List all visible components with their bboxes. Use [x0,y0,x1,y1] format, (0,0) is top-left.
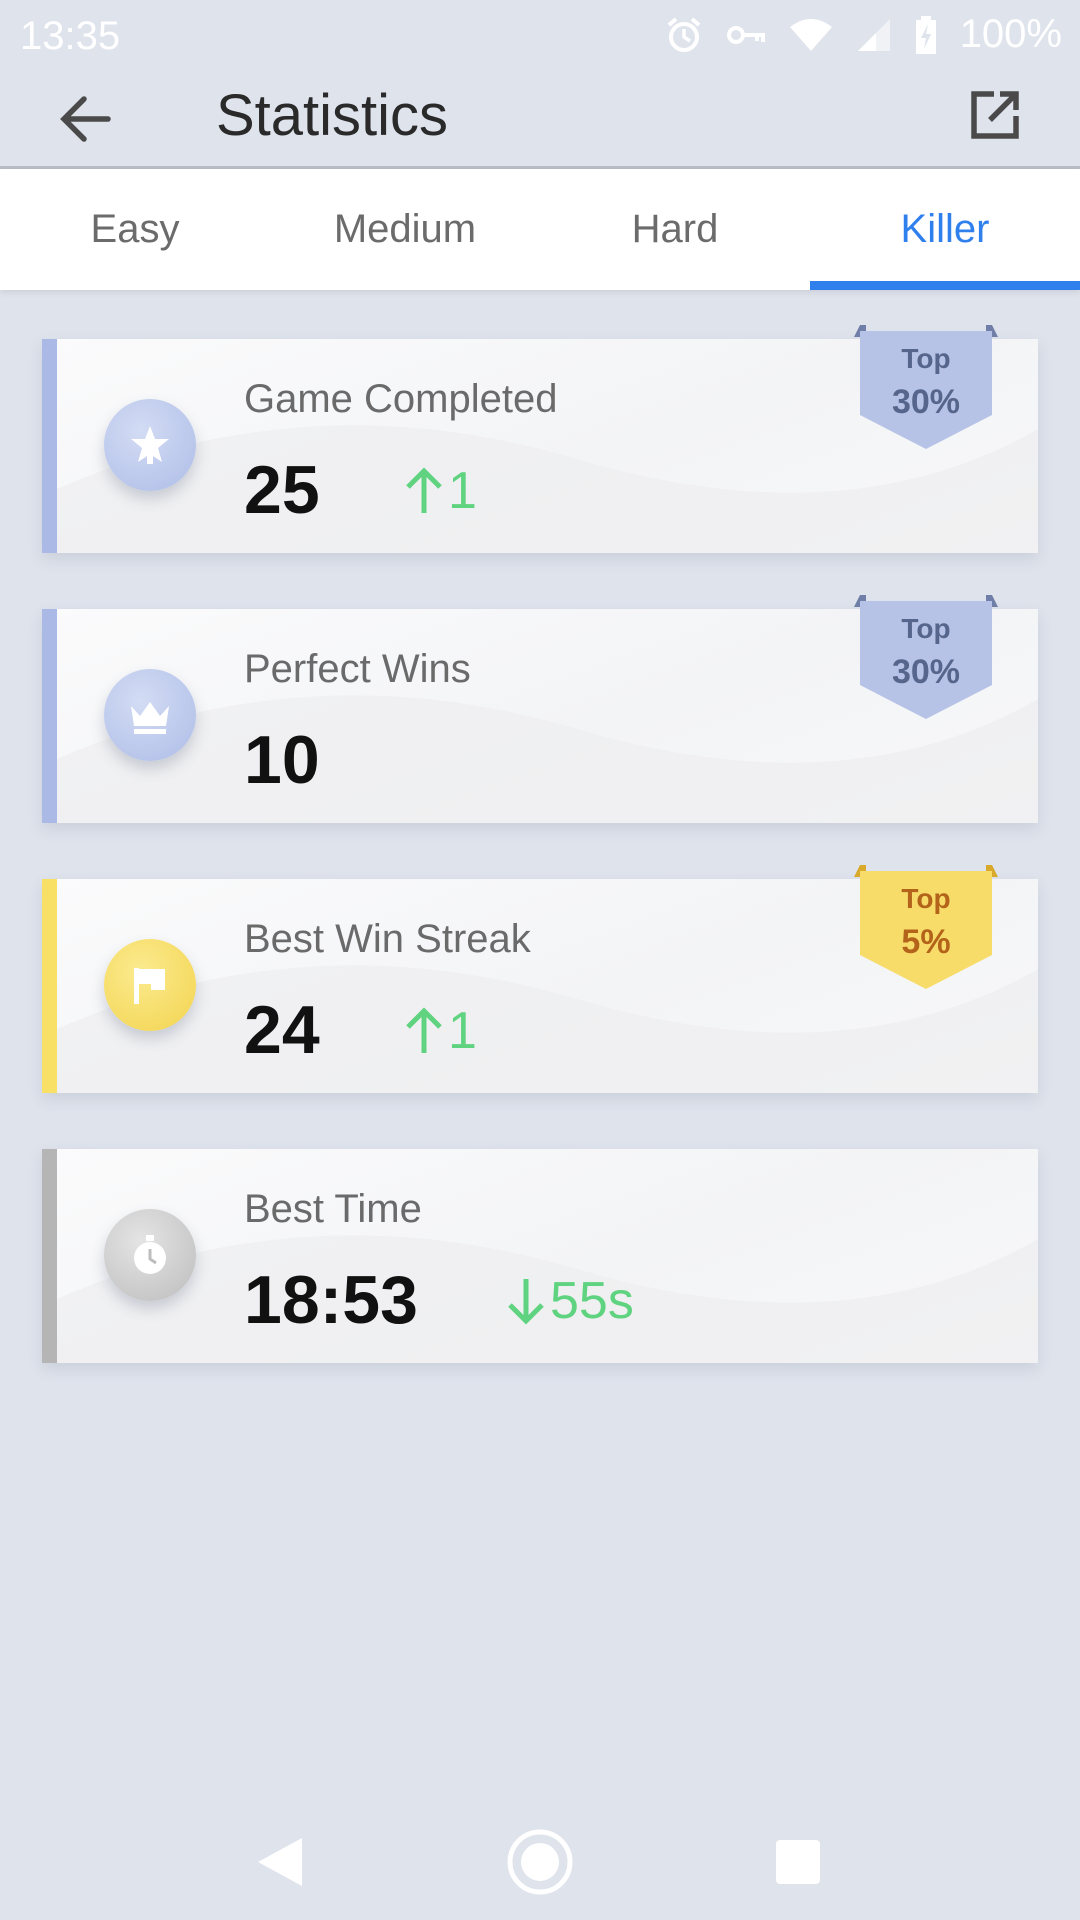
rank-badge: Top 30% [854,595,998,723]
tab-hard[interactable]: Hard [540,169,810,290]
arrow-left-icon [60,96,111,142]
stat-value: 10 [244,722,320,798]
nav-back-button[interactable] [240,1822,320,1902]
back-button[interactable] [50,84,120,154]
badge-percent: 30% [891,383,961,421]
status-bar: 13:35 100% [0,0,1080,70]
stat-value: 25 [244,452,320,528]
stat-card-perfect-wins: Perfect Wins 10 Top 30% [42,595,1038,823]
stat-value: 18:53 [244,1262,418,1338]
stat-label: Perfect Wins [244,647,471,691]
vpn-key-icon [726,20,766,50]
stat-card-game-completed: Game Completed 25 1 Top 30% [42,325,1038,553]
home-nav-icon [507,1829,573,1895]
stat-value: 24 [244,992,320,1068]
battery-percent: 100% [959,12,1062,56]
arrow-up-icon [406,1007,442,1053]
crown-icon [131,702,169,734]
page-title: Statistics [216,83,449,148]
status-time: 13:35 [20,14,121,58]
stat-delta: 1 [404,461,477,521]
card-accent [42,609,57,823]
nav-recents-button[interactable] [758,1822,838,1902]
icon-badge [104,399,196,491]
signal-icon [856,17,892,53]
recents-nav-icon [776,1840,820,1884]
share-button[interactable] [960,80,1030,150]
wifi-icon [788,17,834,53]
nav-home-button[interactable] [500,1822,580,1902]
icon-badge [104,1209,196,1301]
card-accent [42,1149,57,1363]
icon-badge [104,669,196,761]
stopwatch-icon [134,1235,166,1274]
badge-top-label: Top [901,613,951,644]
stat-label: Game Completed [244,377,558,421]
badge-percent: 30% [891,653,961,691]
stat-card-best-win-streak: Best Win Streak 24 1 Top 5% [42,865,1038,1093]
status-icons: 100% [664,12,1062,57]
rank-badge: Top 30% [854,325,998,453]
stat-delta: 55s [506,1271,634,1331]
battery-charging-icon [914,15,938,55]
stat-label: Best Time [244,1187,422,1231]
star-icon [131,426,169,464]
difficulty-tabs: Easy Medium Hard Killer [0,169,1080,290]
flag-icon [134,968,165,1004]
tab-easy[interactable]: Easy [0,169,270,290]
system-nav-bar [0,1800,1080,1920]
arrow-up-icon [406,467,442,513]
open-external-icon [971,91,1019,139]
arrow-down-icon [508,1279,544,1325]
badge-percent: 5% [901,923,951,961]
back-nav-icon [258,1838,302,1886]
stat-delta-value: 55s [550,1272,634,1330]
card-accent [42,339,57,553]
rank-badge: Top 5% [854,865,998,993]
badge-top-label: Top [901,883,951,914]
stat-card-best-time: Best Time 18:53 55s [42,1149,1038,1363]
stat-delta-value: 1 [448,1002,477,1060]
stat-delta-value: 1 [448,462,477,520]
alarm-icon [664,15,704,55]
app-bar: Statistics [0,70,1080,168]
tab-killer[interactable]: Killer [810,169,1080,290]
stat-delta: 1 [404,1001,477,1061]
tab-medium[interactable]: Medium [270,169,540,290]
stat-label: Best Win Streak [244,917,531,961]
card-accent [42,879,57,1093]
icon-badge [104,939,196,1031]
badge-top-label: Top [901,343,951,374]
